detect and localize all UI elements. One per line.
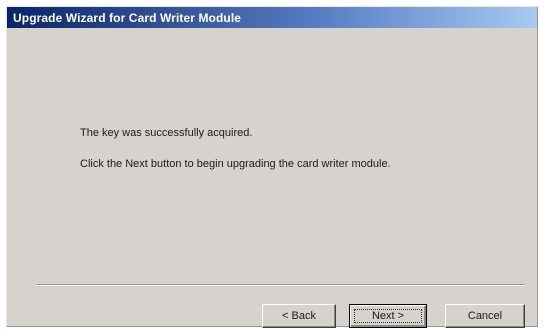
title-bar[interactable]: Upgrade Wizard for Card Writer Module	[7, 7, 537, 28]
next-button-label: Next >	[371, 310, 405, 322]
wizard-dialog: Upgrade Wizard for Card Writer Module Th…	[6, 6, 538, 328]
cancel-button-label: Cancel	[467, 310, 503, 322]
back-button-label: < Back	[282, 310, 316, 322]
window-title: Upgrade Wizard for Card Writer Module	[13, 10, 242, 25]
instruction-message: Click the Next button to begin upgrading…	[80, 158, 391, 170]
cancel-button[interactable]: Cancel	[445, 304, 525, 328]
back-button[interactable]: < Back	[262, 304, 336, 328]
button-separator	[37, 284, 525, 286]
next-button[interactable]: Next >	[349, 304, 427, 328]
success-message: The key was successfully acquired.	[80, 127, 253, 139]
